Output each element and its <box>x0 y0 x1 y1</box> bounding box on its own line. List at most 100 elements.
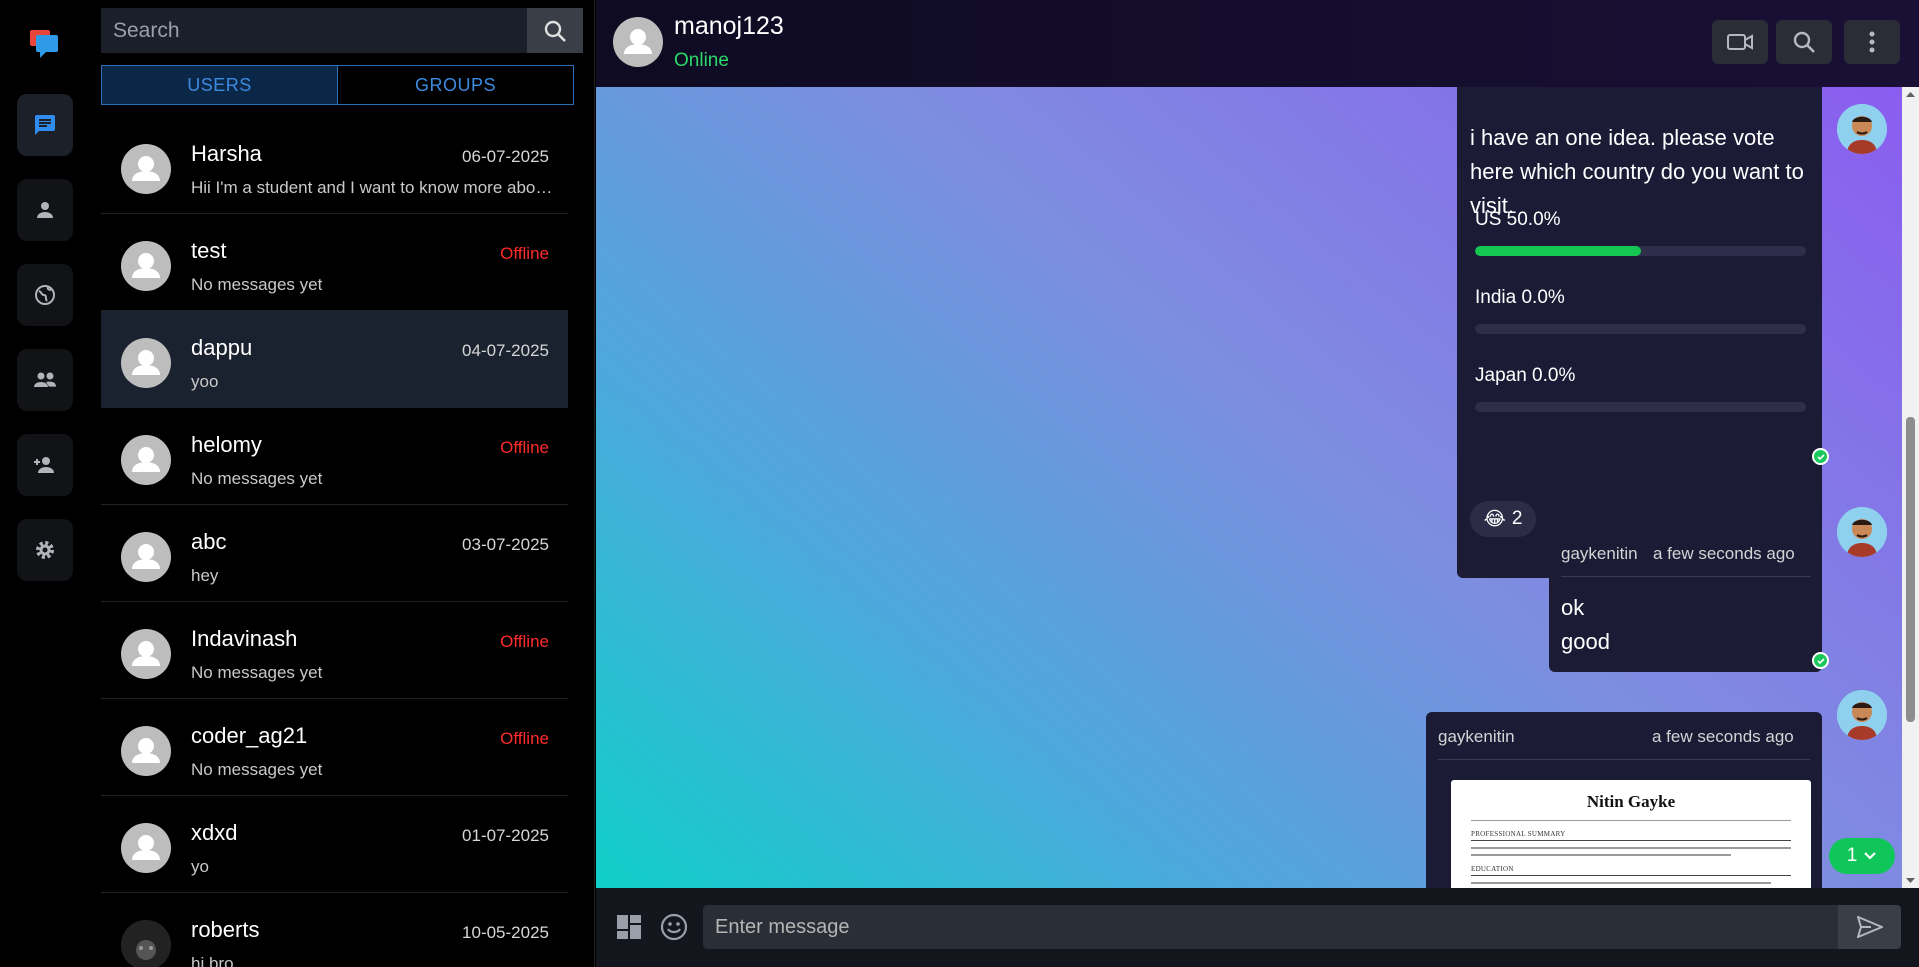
document-text-line <box>1471 882 1771 884</box>
poll-option-label[interactable]: Japan 0.0% <box>1475 365 1575 387</box>
chat-scrollbar[interactable] <box>1902 87 1919 888</box>
avatar[interactable] <box>613 17 663 67</box>
new-messages-button[interactable]: 1 <box>1829 838 1895 874</box>
contacts-sidebar: USERS GROUPS Harsha 06-07-2025 Hii I'm a… <box>90 0 685 967</box>
nav-settings-button[interactable] <box>17 519 73 581</box>
file-message: gaykenitin a few seconds ago Nitin Gayke… <box>1426 712 1822 888</box>
new-messages-count: 1 <box>1846 845 1858 866</box>
poll-option-bar[interactable] <box>1475 402 1806 412</box>
message-sender: gaykenitin <box>1438 727 1515 746</box>
scroll-up-icon <box>1906 92 1915 97</box>
contact-row[interactable]: helomy Offline No messages yet <box>101 408 568 505</box>
contact-name: Harsha <box>191 141 262 166</box>
sender-avatar[interactable] <box>1837 507 1887 557</box>
send-button[interactable] <box>1838 905 1901 949</box>
read-check-icon <box>1812 652 1829 669</box>
message-input[interactable] <box>703 905 1838 949</box>
message-time: a few seconds ago <box>1652 727 1794 746</box>
poll-message: i have an one idea. please vote here whi… <box>1457 87 1829 578</box>
chat-header: manoj123 Online <box>596 0 1919 87</box>
contact-name: dappu <box>191 335 253 360</box>
smiley-icon <box>660 913 688 941</box>
document-preview[interactable]: Nitin Gayke PROFESSIONAL SUMMARY EDUCATI… <box>1451 780 1811 888</box>
message-composer <box>596 888 1919 967</box>
document-section-heading: EDUCATION <box>1471 865 1514 873</box>
document-text-line <box>1471 820 1791 821</box>
contact-row[interactable]: xdxd 01-07-2025 yo <box>101 796 568 893</box>
document-text-line <box>1471 847 1791 849</box>
nav-rail <box>0 0 90 967</box>
contact-status-offline: Offline <box>500 729 549 748</box>
poll-option-label[interactable]: US 50.0% <box>1475 209 1561 231</box>
tab-groups[interactable]: GROUPS <box>338 66 573 104</box>
document-text-line <box>1471 854 1731 856</box>
contact-name: coder_ag21 <box>191 723 308 748</box>
sender-avatar[interactable] <box>1837 104 1887 154</box>
contact-date: 03-07-2025 <box>462 535 549 554</box>
app-logo-icon <box>28 26 62 60</box>
message-text: ok <box>1561 595 1585 620</box>
video-camera-icon <box>1727 34 1753 50</box>
contact-name: Indavinash <box>191 626 298 651</box>
poll-option-label[interactable]: India 0.0% <box>1475 287 1565 309</box>
video-call-button[interactable] <box>1712 20 1768 64</box>
emoji-button[interactable] <box>660 913 688 946</box>
nav-explore-button[interactable] <box>17 264 73 326</box>
poll-option-bar[interactable] <box>1475 324 1806 334</box>
chat-contact-name: manoj123 <box>674 12 784 40</box>
contact-date: 06-07-2025 <box>462 147 549 166</box>
search-input[interactable] <box>101 8 527 53</box>
document-title: Nitin Gayke <box>1586 792 1676 811</box>
contact-row[interactable]: coder_ag21 Offline No messages yet <box>101 699 568 796</box>
more-vertical-icon <box>1869 31 1875 53</box>
contact-row[interactable]: Indavinash Offline No messages yet <box>101 602 568 699</box>
contact-last-message: No messages yet <box>191 760 323 779</box>
contact-last-message: hi bro <box>191 954 234 967</box>
search-button[interactable] <box>527 8 583 53</box>
reaction-chip[interactable]: 😂 2 <box>1470 501 1536 537</box>
contact-last-message: No messages yet <box>191 663 323 682</box>
avatar <box>121 629 171 679</box>
message-divider <box>1561 576 1811 577</box>
contact-date: 04-07-2025 <box>462 341 549 360</box>
contact-row-selected[interactable]: dappu 04-07-2025 yoo <box>101 311 568 408</box>
message-text: good <box>1561 629 1610 654</box>
contact-name: roberts <box>191 917 260 942</box>
avatar <box>121 338 171 388</box>
nav-add-friend-button[interactable] <box>17 434 73 496</box>
contact-row[interactable]: abc 03-07-2025 hey <box>101 505 568 602</box>
more-options-button[interactable] <box>1844 20 1900 64</box>
avatar <box>121 144 171 194</box>
contact-row[interactable]: Harsha 06-07-2025 Hii I'm a student and … <box>101 117 568 214</box>
nav-profile-button[interactable] <box>17 179 73 241</box>
contact-list: Harsha 06-07-2025 Hii I'm a student and … <box>101 117 568 967</box>
nav-groups-button[interactable] <box>17 349 73 411</box>
contact-name: abc <box>191 529 227 554</box>
avatar <box>121 823 171 873</box>
contact-last-message: No messages yet <box>191 275 323 294</box>
scroll-down-icon <box>1906 878 1915 883</box>
contact-last-message: No messages yet <box>191 469 323 488</box>
avatar <box>121 435 171 485</box>
chat-search-button[interactable] <box>1776 20 1832 64</box>
contact-row[interactable]: roberts 10-05-2025 hi bro <box>101 893 568 967</box>
nav-chats-button[interactable] <box>17 94 73 156</box>
tab-users[interactable]: USERS <box>102 66 338 104</box>
chat-contact-status: Online <box>674 50 729 71</box>
chat-icon <box>35 115 55 135</box>
add-user-icon <box>34 457 54 473</box>
chat-app: USERS GROUPS Harsha 06-07-2025 Hii I'm a… <box>0 0 1919 967</box>
contact-status-offline: Offline <box>500 244 549 263</box>
read-check-icon <box>1812 448 1829 465</box>
search-icon <box>544 20 566 42</box>
contact-status-offline: Offline <box>500 438 549 457</box>
contact-row[interactable]: test Offline No messages yet <box>101 214 568 311</box>
avatar <box>121 726 171 776</box>
search-bar <box>101 8 583 53</box>
sender-avatar[interactable] <box>1837 690 1887 740</box>
attachments-button[interactable] <box>616 914 642 945</box>
scrollbar-thumb[interactable] <box>1906 417 1915 722</box>
poll-option-bar[interactable] <box>1475 246 1806 256</box>
contact-last-message: Hii I'm a student and I want to know mor… <box>191 178 556 197</box>
avatar <box>121 532 171 582</box>
